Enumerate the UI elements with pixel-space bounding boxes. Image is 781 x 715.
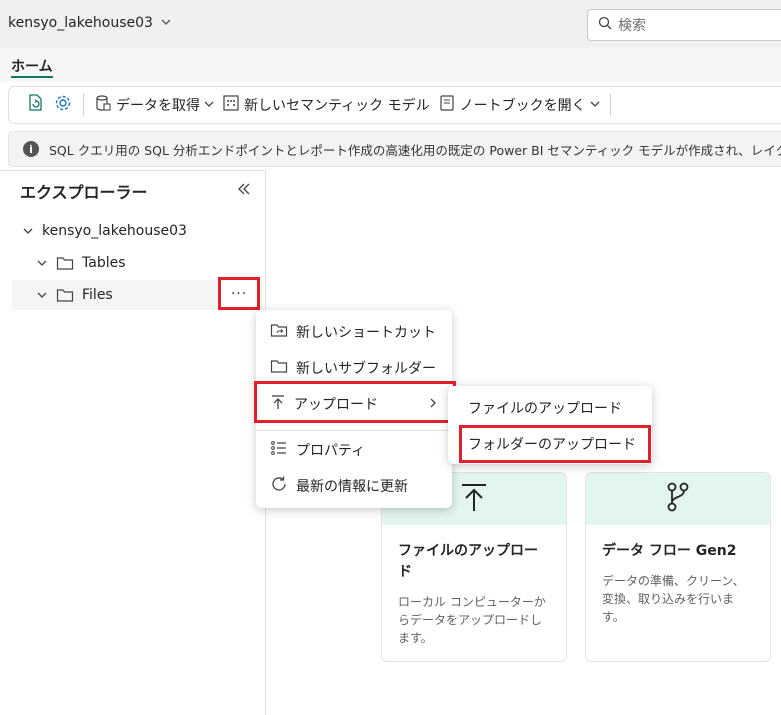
info-icon: i [23,141,39,157]
upload-highlight-box [254,381,456,423]
upload-folder-highlight-box [459,425,651,463]
card-title: データ フロー Gen2 [602,543,737,559]
shortcut-folder-icon [270,322,288,342]
submenu-item-upload-files[interactable]: ファイルのアップロード [448,392,652,424]
chevron-down-icon [590,97,600,113]
menu-item-refresh[interactable]: 最新の情報に更新 [256,470,452,502]
collapse-panel-icon[interactable] [236,181,252,201]
banner-text: SQL クエリ用の SQL 分析エンドポイントとレポート作成の高速化用の既定の … [49,142,781,158]
open-notebook-label: ノートブックを開く [459,98,586,114]
tree-item-lakehouse[interactable]: kensyo_lakehouse03 [20,216,270,246]
menu-item-label: 新しいサブフォルダー [296,361,436,377]
more-options-button[interactable]: ··· [218,277,260,310]
info-banner: i SQL クエリ用の SQL 分析エンドポイントとレポート作成の高速化用の既定… [8,131,781,167]
new-semantic-model-button[interactable]: 新しいセマンティック モデル [218,90,434,120]
folder-icon [56,255,74,271]
semantic-model-icon [222,94,240,116]
menu-item-label: 新しいショートカット [296,325,436,341]
card-header [586,473,770,525]
tab-active-indicator [11,76,53,78]
search-icon [598,16,612,34]
database-icon [94,94,112,116]
chevron-down-icon[interactable] [34,255,50,271]
tree-item-tables[interactable]: Tables [34,248,284,278]
search-box[interactable]: 検索 [587,9,781,41]
menu-item-label: 最新の情報に更新 [296,479,408,495]
upload-arrow-icon [460,481,488,517]
gear-icon [53,93,73,117]
notebook-icon [438,94,456,116]
search-placeholder: 検索 [618,18,646,34]
card-description: データの準備、クリーン、変換、取り込みを行います。 [602,574,745,624]
ribbon-separator [609,94,611,116]
chevron-down-icon [161,15,171,31]
ribbon-toolbar: データを取得 新しいセマンティック モデル ノートブックを開く [8,86,781,124]
menu-divider [256,430,452,431]
chevron-down-icon[interactable] [20,223,36,239]
refresh-doc-icon [25,93,45,117]
explorer-title: エクスプローラー [20,183,148,202]
files-label: Files [82,287,113,303]
get-data-label: データを取得 [116,98,200,114]
menu-item-label: プロパティ [296,443,366,459]
workspace-name: kensyo_lakehouse03 [8,15,153,31]
card-title: ファイルのアップロード [398,543,538,580]
get-data-button[interactable]: データを取得 [90,90,218,120]
refresh-icon [270,475,288,497]
settings-button[interactable] [49,90,77,120]
tab-row: ホーム [0,48,781,82]
chevron-down-icon[interactable] [34,287,50,303]
workspace-selector[interactable]: kensyo_lakehouse03 [8,15,171,31]
ribbon-separator [83,94,84,116]
new-semantic-model-label: 新しいセマンティック モデル [244,98,430,114]
lakehouse-name: kensyo_lakehouse03 [42,223,187,239]
menu-item-new-subfolder[interactable]: 新しいサブフォルダー [256,352,452,384]
menu-item-new-shortcut[interactable]: 新しいショートカット [256,316,452,348]
open-notebook-button[interactable]: ノートブックを開く [434,90,604,120]
tab-home[interactable]: ホーム [11,56,53,76]
card-description: ローカル コンピューターからデータをアップロードします。 [398,595,546,645]
dataflow-icon [664,481,692,517]
dataflow-gen2-card[interactable]: データ フロー Gen2 データの準備、クリーン、変換、取り込みを行います。 [585,472,771,662]
chevron-down-icon [204,97,214,113]
folder-icon [56,287,74,303]
properties-list-icon [270,439,288,461]
top-bar: kensyo_lakehouse03 検索 [0,0,781,48]
refresh-button[interactable] [21,90,49,120]
tables-label: Tables [82,255,126,271]
folder-icon [270,358,288,378]
menu-item-properties[interactable]: プロパティ [256,434,452,466]
